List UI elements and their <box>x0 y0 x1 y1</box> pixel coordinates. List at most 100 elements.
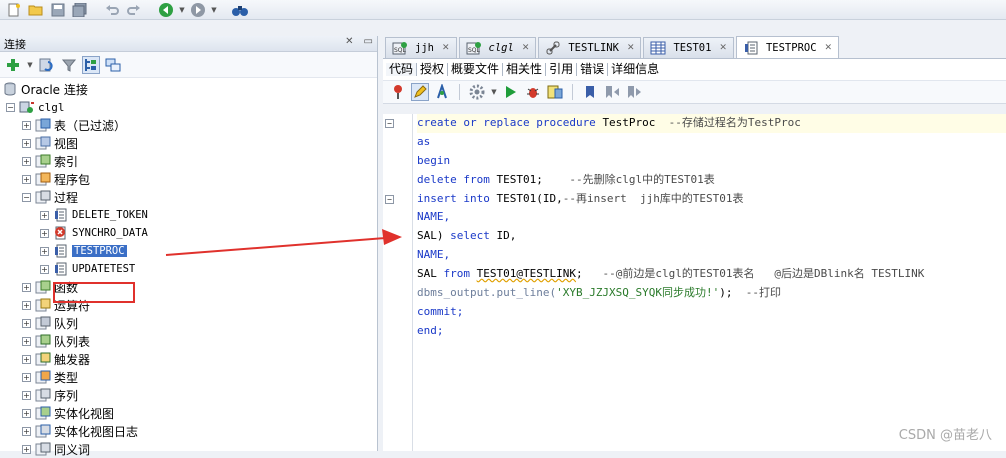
code-line-7[interactable]: SAL) select ID, <box>417 227 1006 246</box>
code-line-4[interactable]: delete from TEST01; --先删除clgl中的TEST01表 <box>417 171 1006 190</box>
tab-testproc[interactable]: TESTPROC ✕ <box>735 36 840 58</box>
code-content[interactable]: − create or replace procedure TestProc --… <box>385 114 1006 451</box>
tree-category[interactable]: + 队列 <box>0 314 377 332</box>
tree-procedure[interactable]: + UPDATETEST <box>0 260 377 278</box>
tree-category[interactable]: + 实体化视图 <box>0 404 377 422</box>
tree-procedure[interactable]: + SYNCHRO_DATA <box>0 224 377 242</box>
redo-icon[interactable] <box>124 1 144 19</box>
code-line-12[interactable]: end; <box>417 322 1006 341</box>
filter-icon[interactable] <box>60 56 78 74</box>
forward-icon[interactable] <box>188 1 208 19</box>
tree-category[interactable]: + 类型 <box>0 368 377 386</box>
code-line-10[interactable]: dbms_output.put_line('XYB_JZJXSQ_SYQK同步成… <box>417 284 1006 303</box>
expand-toggle[interactable]: + <box>22 318 31 328</box>
code-line-9[interactable]: SAL from TEST01@TESTLINK; --@前边是clgl的TES… <box>417 265 1006 284</box>
next-bookmark-icon[interactable] <box>625 83 643 101</box>
add-dropdown-icon[interactable]: ▼ <box>26 56 34 74</box>
fold-toggle[interactable]: − <box>385 194 394 204</box>
tree-category[interactable]: + 触发器 <box>0 350 377 368</box>
refresh-icon[interactable] <box>38 56 56 74</box>
tab-jjh[interactable]: SQL jjh ✕ <box>385 37 457 58</box>
close-tab-icon[interactable]: ✕ <box>442 43 450 53</box>
close-icon[interactable]: ✕ <box>345 36 353 47</box>
collapse-toggle[interactable]: − <box>6 102 15 112</box>
code-line-8[interactable]: NAME, <box>417 246 1006 265</box>
expand-toggle[interactable]: − <box>22 192 31 202</box>
expand-toggle[interactable]: + <box>22 174 31 184</box>
subtab-item[interactable]: 引用 <box>546 63 578 76</box>
forward-dropdown-icon[interactable]: ▼ <box>210 1 218 19</box>
profile-icon[interactable] <box>546 83 564 101</box>
expand-toggle[interactable]: + <box>40 246 49 256</box>
tree-category[interactable]: + 同义词 <box>0 440 377 458</box>
tree-category[interactable]: + 实体化视图日志 <box>0 422 377 440</box>
bookmark-icon[interactable] <box>581 83 599 101</box>
subtab-item[interactable]: 详细信息 <box>608 63 662 76</box>
subtab-item[interactable]: 错误 <box>577 63 609 76</box>
tree-root[interactable]: Oracle 连接 <box>0 80 377 98</box>
expand-toggle[interactable]: + <box>22 390 31 400</box>
save-all-icon[interactable] <box>70 1 90 19</box>
tree-procedure[interactable]: + DELETE_TOKEN <box>0 206 377 224</box>
close-tab-icon[interactable]: ✕ <box>627 43 635 53</box>
run-icon[interactable] <box>502 83 520 101</box>
tree-category[interactable]: + 队列表 <box>0 332 377 350</box>
code-line-5[interactable]: − insert into TEST01(ID,--再insert jjh库中的T… <box>385 190 1006 209</box>
edit-icon[interactable] <box>411 83 429 101</box>
tree-connection[interactable]: − clgl <box>0 98 377 116</box>
tab-test01[interactable]: TEST01 ✕ <box>643 37 734 58</box>
code-line-1[interactable]: − create or replace procedure TestProc --… <box>385 114 1006 133</box>
tree-category[interactable]: + 表（已过滤） <box>0 116 377 134</box>
fold-toggle[interactable]: − <box>385 119 394 128</box>
tab-testlink[interactable]: TESTLINK ✕ <box>538 37 642 58</box>
code-line-3[interactable]: begin <box>417 152 1006 171</box>
minimize-icon[interactable]: ▭ <box>364 36 373 47</box>
expand-toggle[interactable]: + <box>22 336 31 346</box>
debug-icon[interactable] <box>524 83 542 101</box>
tab-clgl[interactable]: SQL clgl ✕ <box>458 37 537 58</box>
undo-icon[interactable] <box>102 1 122 19</box>
close-tab-icon[interactable]: ✕ <box>825 43 833 53</box>
expand-toggle[interactable]: + <box>22 120 31 130</box>
previous-bookmark-icon[interactable] <box>603 83 621 101</box>
subtab-item[interactable]: 相关性 <box>503 63 547 76</box>
settings-dropdown-icon[interactable]: ▼ <box>490 83 498 101</box>
expand-toggle[interactable]: + <box>22 138 31 148</box>
tree-category[interactable]: + 序列 <box>0 386 377 404</box>
expand-toggle[interactable]: + <box>40 228 49 238</box>
tree-category[interactable]: − 过程 <box>0 188 377 206</box>
expand-toggle[interactable]: + <box>40 264 49 274</box>
expand-toggle[interactable]: + <box>22 300 31 310</box>
expand-toggle[interactable]: + <box>22 408 31 418</box>
pin-icon[interactable] <box>389 83 407 101</box>
save-icon[interactable] <box>48 1 68 19</box>
close-tab-icon[interactable]: ✕ <box>719 43 727 53</box>
add-connection-icon[interactable] <box>4 56 22 74</box>
new-icon[interactable] <box>4 1 24 19</box>
code-line-2[interactable]: as <box>417 133 1006 152</box>
schema-icon[interactable] <box>104 56 122 74</box>
expand-toggle[interactable]: + <box>22 156 31 166</box>
back-icon[interactable] <box>156 1 176 19</box>
code-editor[interactable]: − create or replace procedure TestProc --… <box>383 114 1006 451</box>
back-dropdown-icon[interactable]: ▼ <box>178 1 186 19</box>
settings-gear-icon[interactable] <box>468 83 486 101</box>
subtab-item[interactable]: 授权 <box>417 63 449 76</box>
expand-toggle[interactable]: + <box>22 372 31 382</box>
close-tab-icon[interactable]: ✕ <box>522 43 530 53</box>
binoculars-icon[interactable] <box>230 1 250 19</box>
subtab-item[interactable]: 代码 <box>386 63 418 76</box>
tree-category[interactable]: + 程序包 <box>0 170 377 188</box>
compile-icon[interactable] <box>433 83 451 101</box>
expand-toggle[interactable]: + <box>40 210 49 220</box>
expand-toggle[interactable]: + <box>22 354 31 364</box>
code-line-6[interactable]: NAME, <box>417 208 1006 227</box>
tree-category[interactable]: + 视图 <box>0 134 377 152</box>
tree-procedure[interactable]: + TESTPROC <box>0 242 377 260</box>
expand-toggle[interactable]: + <box>22 426 31 436</box>
open-folder-icon[interactable] <box>26 1 46 19</box>
expand-toggle[interactable]: + <box>22 282 31 292</box>
subtab-item[interactable]: 概要文件 <box>448 63 504 76</box>
code-line-11[interactable]: commit; <box>417 303 1006 322</box>
tree-category[interactable]: + 索引 <box>0 152 377 170</box>
